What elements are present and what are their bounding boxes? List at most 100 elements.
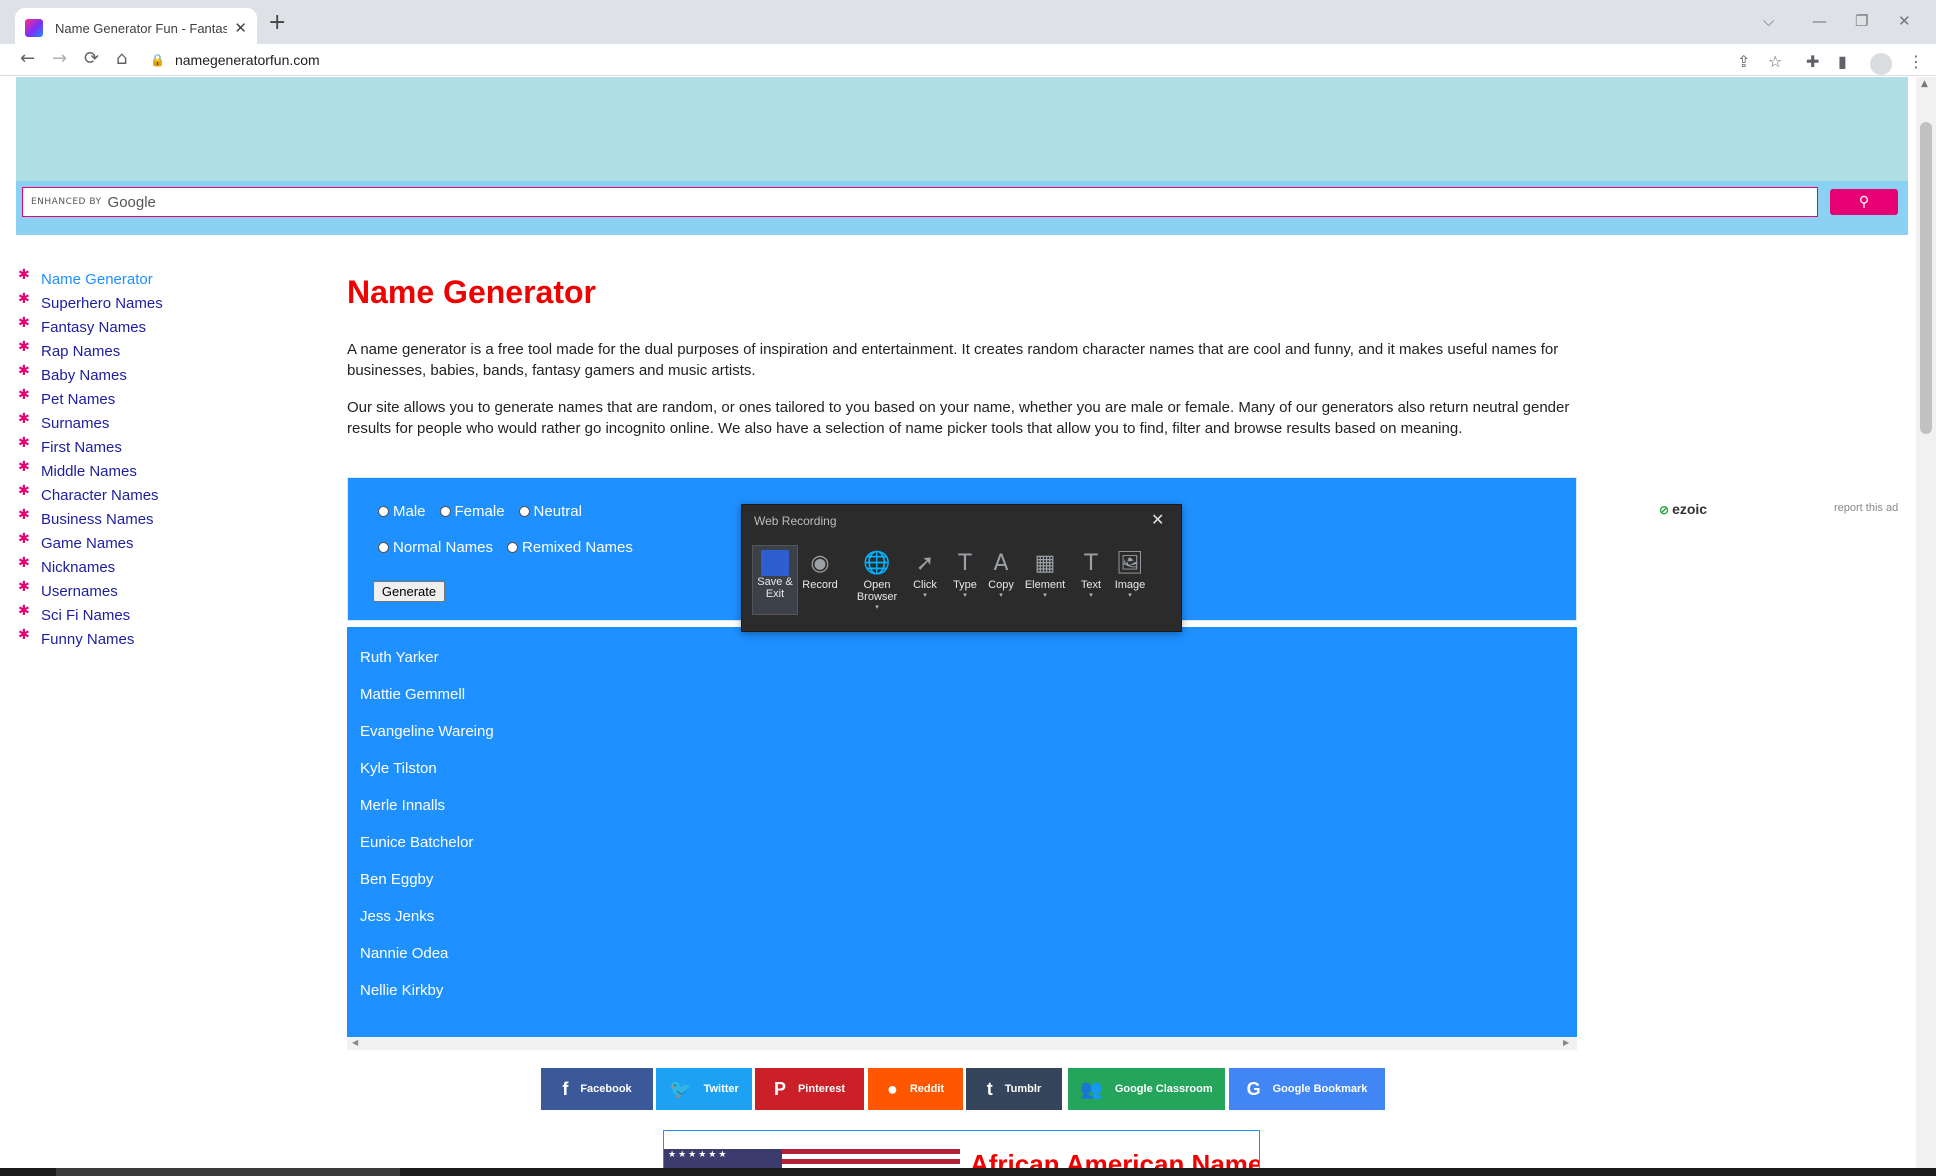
- radio-button[interactable]: [507, 542, 519, 553]
- sidebar-item-label[interactable]: Rap Names: [41, 343, 120, 360]
- recorder-image-button[interactable]: 🖼 Image ▾: [1107, 545, 1153, 615]
- recorder-copy-button[interactable]: A Copy ▾: [978, 545, 1024, 615]
- share-tumblr-button[interactable]: t Tumblr: [966, 1068, 1062, 1110]
- tab-close-icon[interactable]: ✕: [234, 19, 247, 37]
- recorder-close-icon[interactable]: ✕: [1151, 510, 1164, 529]
- sidebar-item-label[interactable]: Baby Names: [41, 367, 127, 384]
- star-bullet-icon: ✱: [18, 291, 30, 307]
- site-favicon-icon: [25, 19, 43, 37]
- side-panel-icon[interactable]: ▮: [1838, 52, 1847, 71]
- sidebar-item-nicknames[interactable]: ✱ Nicknames: [18, 555, 308, 579]
- share-twitter-button[interactable]: 🐦 Twitter: [656, 1068, 752, 1110]
- share-google-classroom-button[interactable]: 👥 Google Classroom: [1068, 1068, 1225, 1110]
- recorder-title: Web Recording: [754, 514, 837, 528]
- sidebar-item-label[interactable]: Character Names: [41, 487, 159, 504]
- radio-button[interactable]: [518, 506, 530, 517]
- result-name: Evangeline Wareing: [360, 723, 494, 740]
- scroll-up-icon[interactable]: ▲: [1921, 79, 1928, 89]
- ezoic-badge[interactable]: ⊘ ezoic: [1659, 501, 1707, 517]
- gender-radio-neutral[interactable]: Neutral: [518, 503, 582, 520]
- type-radio-remixed-names[interactable]: Remixed Names: [507, 539, 633, 556]
- share-google-bookmark-button[interactable]: G Google Bookmark: [1229, 1068, 1385, 1110]
- sidebar-item-superhero-names[interactable]: ✱ Superhero Names: [18, 291, 308, 315]
- sidebar-item-label[interactable]: Nicknames: [41, 559, 115, 576]
- sidebar-item-rap-names[interactable]: ✱ Rap Names: [18, 339, 308, 363]
- address-bar[interactable]: 🔒 namegeneratorfun.com: [150, 48, 1720, 72]
- extensions-icon[interactable]: ✚: [1806, 52, 1819, 71]
- minimize-button[interactable]: —: [1812, 12, 1827, 30]
- sidebar-item-label[interactable]: Middle Names: [41, 463, 137, 480]
- taskbar-item[interactable]: [56, 1168, 400, 1176]
- reddit-icon: ●: [886, 1078, 898, 1099]
- radio-button[interactable]: [439, 506, 451, 517]
- share-pinterest-button[interactable]: P Pinterest: [755, 1068, 864, 1110]
- type-icon: T: [958, 551, 972, 576]
- sidebar-item-label[interactable]: Game Names: [41, 535, 134, 552]
- search-button[interactable]: ⚲: [1830, 189, 1898, 215]
- star-bullet-icon: ✱: [18, 603, 30, 619]
- tab-search-chevron-icon[interactable]: ⌵: [1763, 12, 1774, 30]
- recorder-tool-label: Record: [802, 579, 838, 591]
- recorder-open-browser-button[interactable]: 🌐 Open Browser ▾: [854, 545, 900, 615]
- back-button[interactable]: ←: [20, 48, 35, 69]
- sidebar-item-pet-names[interactable]: ✱ Pet Names: [18, 387, 308, 411]
- sidebar-item-business-names[interactable]: ✱ Business Names: [18, 507, 308, 531]
- sidebar-item-label[interactable]: Funny Names: [41, 631, 134, 648]
- star-bullet-icon: ✱: [18, 627, 30, 643]
- vertical-scrollbar[interactable]: ▲: [1916, 77, 1936, 1170]
- dropdown-caret-icon: ▾: [1043, 591, 1047, 599]
- bookmark-star-icon[interactable]: ☆: [1768, 52, 1782, 71]
- scrollbar-thumb[interactable]: [1920, 122, 1932, 434]
- sidebar-item-baby-names[interactable]: ✱ Baby Names: [18, 363, 308, 387]
- gender-radio-female[interactable]: Female: [439, 503, 505, 520]
- new-tab-button[interactable]: +: [268, 10, 286, 35]
- reload-button[interactable]: ⟳: [84, 48, 99, 69]
- scroll-right-icon[interactable]: ▶: [1563, 1038, 1569, 1047]
- browser-tab[interactable]: Name Generator Fun - Fantasy a ✕: [15, 8, 257, 48]
- sidebar-item-surnames[interactable]: ✱ Surnames: [18, 411, 308, 435]
- report-ad-link[interactable]: report this ad: [1834, 502, 1898, 514]
- radio-button[interactable]: [378, 542, 389, 553]
- type-radio-normal-names[interactable]: Normal Names: [378, 539, 493, 556]
- recorder-tool-label: Save & Exit: [757, 576, 793, 600]
- sidebar-item-label[interactable]: Surnames: [41, 415, 109, 432]
- gender-radio-male[interactable]: Male: [378, 503, 426, 520]
- site-search-input[interactable]: ENHANCED BY Google: [22, 187, 1818, 217]
- sidebar-item-label[interactable]: Pet Names: [41, 391, 115, 408]
- sidebar-item-label[interactable]: Fantasy Names: [41, 319, 146, 336]
- share-facebook-button[interactable]: f Facebook: [541, 1068, 653, 1110]
- sidebar-item-name-generator[interactable]: ✱ Name Generator: [18, 267, 308, 291]
- google-logo: Google: [107, 193, 156, 211]
- recorder-save-exit-button[interactable]: Save & Exit: [752, 545, 798, 615]
- home-button[interactable]: ⌂: [116, 48, 127, 69]
- profile-avatar-icon[interactable]: [1870, 53, 1892, 75]
- recorder-record-button[interactable]: ◉ Record: [797, 545, 843, 615]
- forward-button[interactable]: →: [52, 48, 67, 69]
- share-icon[interactable]: ⇪: [1737, 52, 1750, 71]
- sidebar-item-sci-fi-names[interactable]: ✱ Sci Fi Names: [18, 603, 308, 627]
- sidebar-item-character-names[interactable]: ✱ Character Names: [18, 483, 308, 507]
- sidebar-item-funny-names[interactable]: ✱ Funny Names: [18, 627, 308, 651]
- sidebar-item-label[interactable]: Business Names: [41, 511, 154, 528]
- restore-button[interactable]: ❐: [1855, 12, 1868, 30]
- sidebar-item-first-names[interactable]: ✱ First Names: [18, 435, 308, 459]
- sidebar-item-game-names[interactable]: ✱ Game Names: [18, 531, 308, 555]
- generate-button[interactable]: Generate: [373, 581, 445, 602]
- menu-kebab-icon[interactable]: ⋮: [1908, 52, 1924, 71]
- recorder-tool-label: Open Browser: [856, 579, 898, 603]
- sidebar-item-label[interactable]: Sci Fi Names: [41, 607, 130, 624]
- promo-card[interactable]: ★★★★★★ African American Name: [663, 1130, 1260, 1170]
- sidebar-item-label[interactable]: Superhero Names: [41, 295, 163, 312]
- window-close-button[interactable]: ✕: [1898, 12, 1911, 30]
- sidebar-item-usernames[interactable]: ✱ Usernames: [18, 579, 308, 603]
- horizontal-scrollbar[interactable]: ◀ ▶: [347, 1037, 1577, 1050]
- scroll-left-icon[interactable]: ◀: [352, 1038, 358, 1047]
- sidebar-item-label[interactable]: First Names: [41, 439, 122, 456]
- sidebar-item-label[interactable]: Name Generator: [41, 271, 153, 288]
- share-reddit-button[interactable]: ● Reddit: [868, 1068, 963, 1110]
- radio-button[interactable]: [378, 506, 389, 517]
- sidebar-item-fantasy-names[interactable]: ✱ Fantasy Names: [18, 315, 308, 339]
- sidebar-item-label[interactable]: Usernames: [41, 583, 118, 600]
- recorder-element-button[interactable]: ▦ Element ▾: [1022, 545, 1068, 615]
- sidebar-item-middle-names[interactable]: ✱ Middle Names: [18, 459, 308, 483]
